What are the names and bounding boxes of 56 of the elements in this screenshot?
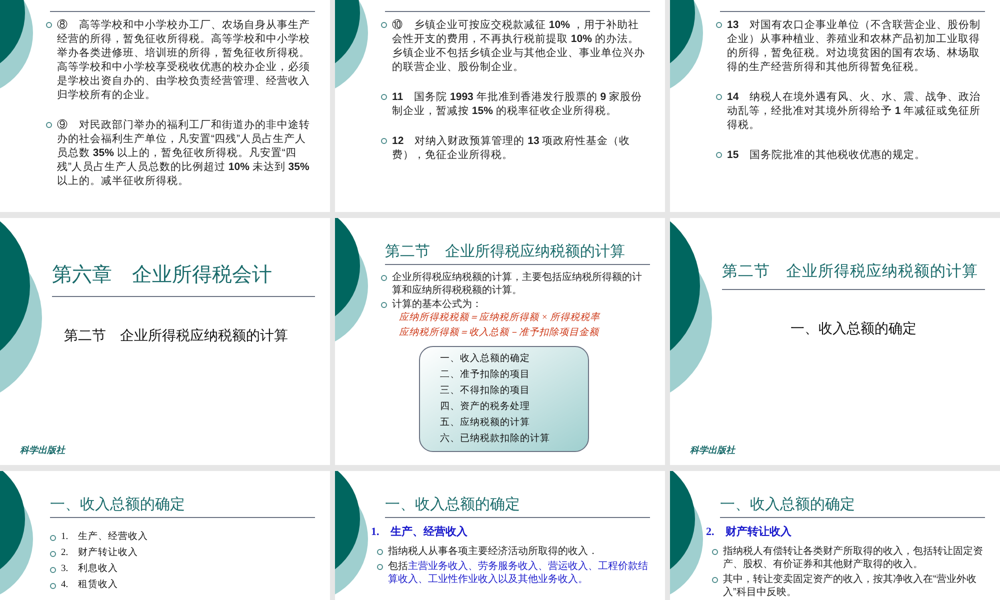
bullet-text: 15 国务院批准的其他税收优惠的规定。 [727, 148, 926, 162]
slide-subtitle: 第二节 企业所得税应纳税额的计算 [63, 326, 289, 345]
bullet-text: 4. 租赁收入 [61, 579, 118, 592]
bullet-icon [712, 576, 718, 582]
bullet-text: 企业所得税应纳税额的计算，主要包括应纳税所得额的计算和应纳所得税税额的计算。 [392, 271, 643, 297]
bullet-icon [712, 548, 718, 554]
bullet-icon [381, 94, 387, 100]
bullet-icon [716, 22, 722, 28]
bullet-text: 14 纳税人在境外遇有风、火、水、震、战争、政治动乱等，经批准对其境外所得给予 1 年减征或免征所得税。 [727, 90, 982, 132]
bullet-icon [50, 567, 56, 573]
bullet-icon [381, 275, 387, 281]
slide-title: 第六章 企业所得税会计 [52, 260, 315, 297]
contents-item: 五、应纳税额的计算 [440, 416, 531, 430]
bullet-text: 包括主营业务收入、劳务服务收入、营运收入、工程价款结算收入、工业性作业收入以及其他业务收入。 [388, 560, 649, 586]
bullet-text: 3. 利息收入 [61, 563, 118, 576]
bullet-icon [50, 535, 56, 541]
contents-item: 一、收入总额的确定 [440, 352, 531, 366]
bullet-text: ⑨ 对民政部门举办的福利工厂和街道办的非中途转办的社会福利生产单位，凡安置“四残”人员占生产人员总数 35% 以上的，暂免征收所得税。凡安置“四残”人员占生产人员总数的比例超过 10% 未达到 35% 以上的。减半征收所得税。 [57, 118, 311, 188]
formula-text: 应纳所得税税额＝应纳税所得额 × 所得税税率 [398, 311, 602, 325]
bullet-text: 13 对国有农口企事业单位（不含联营企业、股份制企业）从事种植业、养殖业和农林产品初加工业取得的所得，暂免征税。对边境贫困的国有农场、林场取得的生产经营所得和其他所得暂免征税。 [727, 18, 982, 74]
bullet-icon [377, 548, 383, 554]
contents-item: 四、资产的税务处理 [440, 400, 531, 414]
slide-title: 一、收入总额的确定 [720, 496, 855, 515]
bullet-icon [377, 564, 383, 570]
slide-title: 一、收入总额的确定 [50, 496, 185, 515]
contents-item: 六、已纳税款扣除的计算 [440, 432, 551, 446]
slide-heading: 1. 生产、经营收入 [371, 524, 468, 540]
bullet-icon [716, 152, 722, 158]
bullet-text: ⑧ 高等学校和中小学校办工厂、农场自身从事生产经营的所得，暂免征收所得税。高等学校和中小学校举办各类进修班、培训班的所得，暂免征收所得税。高等学校和中小学校享受税收优惠的校办企业，必须是学校出资自办的、由学校负责经营管理、经营收入归学校所有的企业。 [57, 18, 311, 102]
bullet-text: 2. 财产转让收入 [61, 547, 138, 560]
bullet-icon [381, 138, 387, 144]
formula-text: 应纳税所得额＝收入总额－准予扣除项目金额 [398, 326, 601, 340]
bullet-icon [46, 122, 52, 128]
bullet-text: ⑩ 乡镇企业可按应交税款减征 10% ，用于补助社会性开支的费用，不再执行税前提取 10% 的办法。乡镇企业不包括乡镇企业与其他企业、事业单位兴办的联营企业、股份制企业。 [392, 18, 646, 74]
bullet-icon [50, 551, 56, 557]
publisher-footer: 科学出版社 [20, 444, 330, 457]
slide-title: 一、收入总额的确定 [385, 496, 520, 515]
bullet-text: 11 国务院 1993 年批准到香港发行股票的 9 家股份制企业，暂减按 15% 的税率征收企业所得税。 [392, 90, 643, 118]
bullet-icon [381, 22, 387, 28]
bullet-text: 计算的基本公式为： [392, 298, 482, 311]
bullet-text: 1. 生产、经营收入 [61, 531, 148, 544]
bullet-text: 指纳税人有偿转让各类财产所取得的收入，包括转让固定资产、股权、有价证券和其他财产取得的收入。 [723, 544, 984, 570]
slide-title: 第二节 企业所得税应纳税额的计算 [385, 243, 625, 262]
bullet-icon [46, 22, 52, 28]
slide-subtitle: 一、收入总额的确定 [790, 319, 918, 338]
slide-heading: 2. 财产转让收入 [706, 524, 792, 540]
bullet-icon [716, 94, 722, 100]
bullet-text: 其中，转让变卖固定资产的收入，按其净收入在“营业外收入”科目中反映。 [723, 572, 978, 598]
contents-item: 二、准予扣除的项目 [440, 368, 531, 382]
publisher-footer: 科学出版社 [690, 444, 1000, 457]
bullet-text: 指纳税人从事各项主要经济活动所取得的收入． [388, 544, 598, 558]
bullet-text: 12 对纳入财政预算管理的 13 项政府性基金（收费），免征企业所得税。 [392, 134, 632, 162]
bullet-icon [50, 583, 56, 589]
bullet-icon [381, 302, 387, 308]
contents-item: 三、不得扣除的项目 [440, 384, 531, 398]
slide-title: 第二节 企业所得税应纳税额的计算 [722, 260, 985, 290]
